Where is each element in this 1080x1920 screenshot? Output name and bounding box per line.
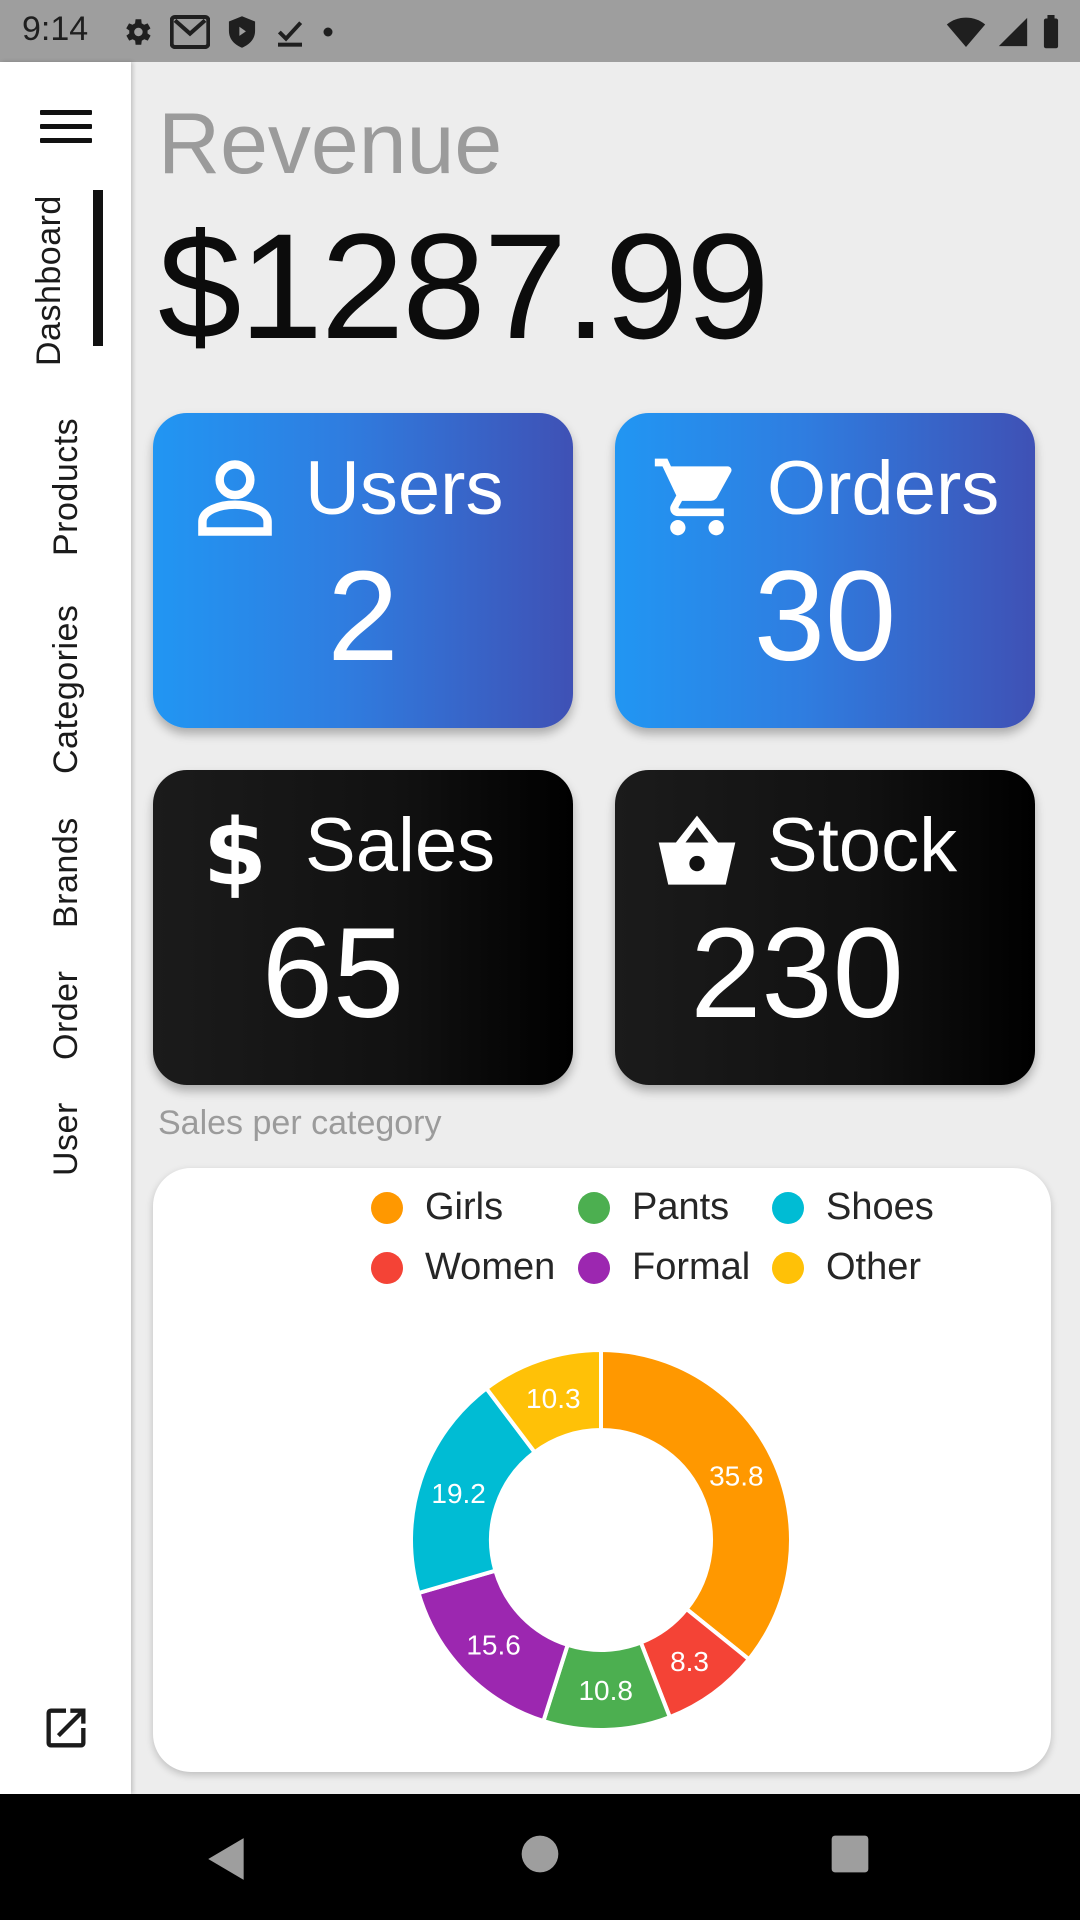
donut-chart: 35.8 8.3 10.8 15.6 19.2 10.3 — [409, 1347, 793, 1732]
sidebar-item-user[interactable]: User — [47, 1102, 86, 1176]
status-time: 9:14 — [22, 10, 89, 48]
status-bar: 9:14 — [0, 0, 1080, 62]
card-title: Stock — [767, 803, 958, 888]
menu-bar — [40, 110, 92, 115]
card-value: 30 — [753, 545, 897, 688]
sidebar-item-products[interactable]: Products — [47, 418, 86, 556]
card-title: Sales — [305, 803, 496, 888]
active-nav-indicator — [93, 190, 103, 346]
sidebar-item-categories[interactable]: Categories — [47, 605, 86, 774]
status-icons-right — [946, 12, 1062, 52]
dollar-icon: $ — [203, 808, 267, 900]
sales-per-category-chart: Girls Pants Shoes Women Formal Other 35.… — [153, 1168, 1051, 1772]
slice-label-other: 10.3 — [526, 1383, 581, 1414]
signal-icon — [998, 17, 1028, 47]
orders-card[interactable]: Orders 30 — [615, 413, 1035, 728]
wifi-icon — [946, 17, 986, 47]
stock-card[interactable]: Stock 230 — [615, 770, 1035, 1085]
slice-label-women: 8.3 — [670, 1646, 709, 1677]
home-icon[interactable] — [520, 1834, 560, 1874]
sidebar-item-dashboard[interactable]: Dashboard — [30, 195, 69, 366]
status-icons-left — [120, 12, 334, 52]
revenue-label: Revenue — [158, 96, 503, 192]
basket-icon — [658, 815, 736, 885]
chart-caption: Sales per category — [158, 1104, 442, 1142]
slice-label-formal: 15.6 — [466, 1630, 520, 1661]
download-done-icon — [277, 21, 303, 47]
card-title: Users — [305, 446, 504, 531]
gear-icon — [126, 19, 151, 45]
revenue-value: $1287.99 — [158, 202, 770, 370]
recents-icon[interactable] — [830, 1834, 870, 1874]
svg-text:$: $ — [203, 808, 267, 900]
sidebar: Dashboard Products Categories Brands Ord… — [0, 62, 131, 1794]
sidebar-item-brands[interactable]: Brands — [47, 817, 86, 928]
person-icon — [198, 460, 272, 536]
card-value: 230 — [690, 902, 904, 1045]
card-value: 65 — [261, 902, 405, 1045]
users-card[interactable]: Users 2 — [153, 413, 573, 728]
menu-bar — [40, 138, 92, 143]
sidebar-item-order[interactable]: Order — [47, 971, 86, 1060]
back-icon[interactable] — [202, 1834, 252, 1884]
battery-icon — [1043, 15, 1059, 49]
slice-girls[interactable] — [599, 1347, 793, 1663]
gmail-icon — [170, 15, 210, 49]
open-in-new-icon[interactable] — [40, 1702, 92, 1754]
card-title: Orders — [767, 446, 1000, 531]
sales-card[interactable]: $ Sales 65 — [153, 770, 573, 1085]
system-nav-bar — [0, 1794, 1080, 1920]
hamburger-menu-icon[interactable] — [40, 110, 92, 150]
card-value: 2 — [327, 545, 399, 688]
dot-icon — [323, 27, 333, 37]
slice-label-shoes: 19.2 — [431, 1478, 486, 1509]
shield-icon — [228, 16, 256, 48]
menu-bar — [40, 124, 92, 129]
slice-label-pants: 10.8 — [578, 1675, 633, 1706]
slice-label-girls: 35.8 — [709, 1460, 764, 1491]
cart-icon — [654, 458, 732, 536]
